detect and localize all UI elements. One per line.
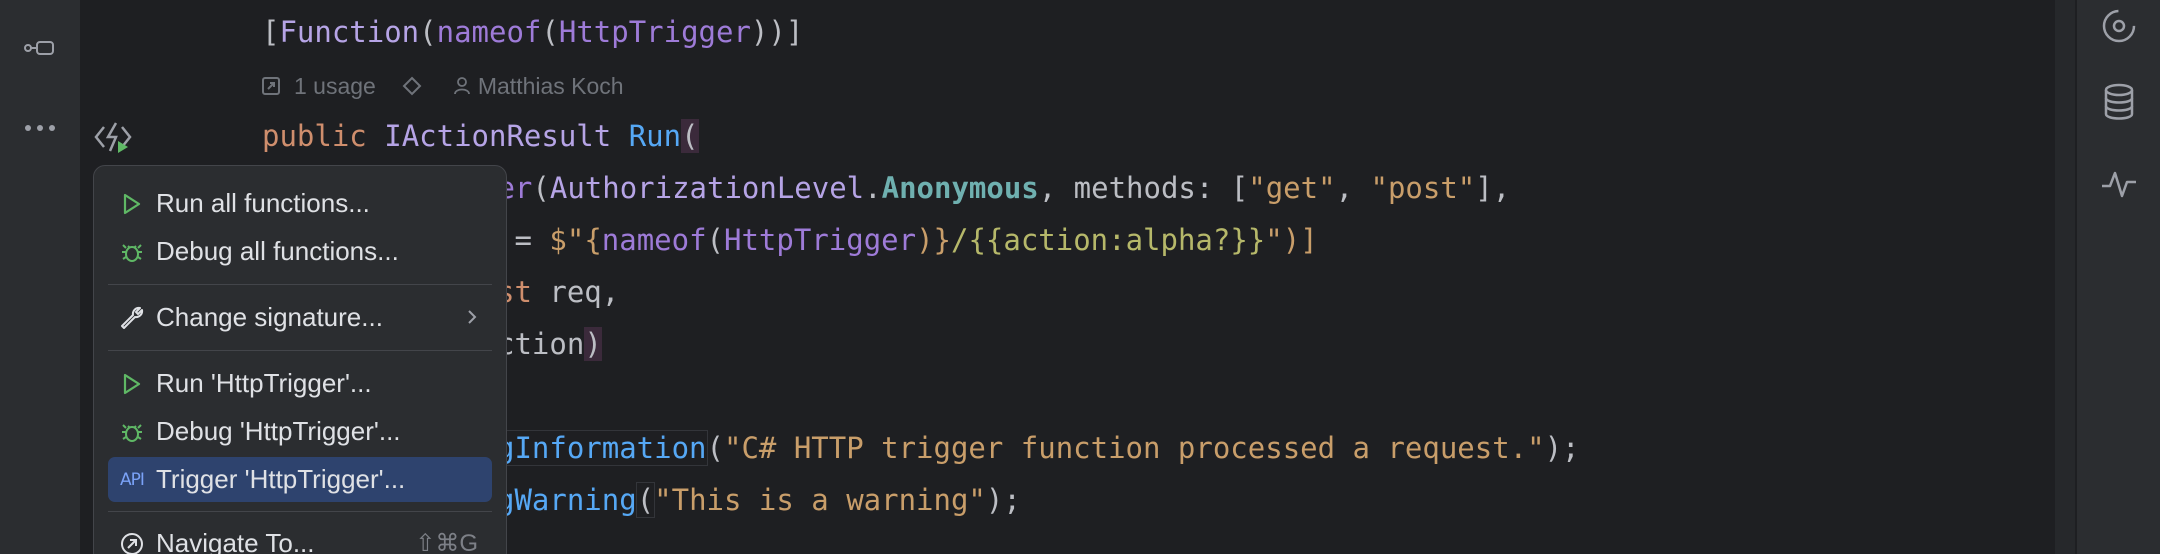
navigate-icon (108, 531, 156, 554)
menu-item-run-all[interactable]: Run all functions... (108, 181, 492, 226)
implementation-diamond-icon[interactable] (402, 76, 422, 96)
ai-assistant-icon[interactable] (2097, 4, 2141, 48)
menu-item-run-httptrigger[interactable]: Run 'HttpTrigger'... (108, 361, 492, 406)
menu-item-label: Debug 'HttpTrigger'... (156, 416, 401, 446)
run-icon (108, 193, 156, 215)
menu-separator (108, 284, 492, 285)
debug-icon (108, 420, 156, 444)
debug-icon (108, 240, 156, 264)
code-line-request-param: st req, (497, 275, 620, 309)
azure-function-run-gutter-icon[interactable] (92, 117, 136, 157)
menu-item-shortcut: ⇧⌘G (415, 530, 478, 554)
code-line-action-param: ction) (497, 327, 602, 361)
menu-separator (108, 350, 492, 351)
gutter-context-menu: Run all functions... Debug all functions… (93, 165, 507, 554)
usages-hint[interactable]: 1 usage (294, 73, 376, 100)
wrench-icon (108, 305, 156, 331)
menu-item-label: Trigger 'HttpTrigger'... (156, 464, 406, 494)
code-line-route: = $"{nameof(HttpTrigger)}/{{action:alpha… (497, 223, 1318, 257)
menu-item-label: Change signature... (156, 302, 383, 332)
right-tool-strip (2075, 0, 2160, 554)
inlay-hints: 1 usage Matthias Koch (262, 68, 624, 104)
code-line-attribute: [Function(nameof(HttpTrigger))] (262, 15, 804, 49)
api-icon: API (120, 469, 145, 490)
code-line-http-trigger: ger(AuthorizationLevel.Anonymous, method… (480, 171, 1511, 205)
menu-item-change-signature[interactable]: Change signature... (108, 295, 492, 340)
more-tools-icon[interactable] (18, 108, 62, 148)
menu-separator (108, 511, 492, 512)
editor-scrollbar[interactable] (2055, 0, 2075, 554)
left-tool-strip (0, 0, 80, 554)
code-line-log-warning: gWarning("This is a warning"); (497, 482, 1021, 518)
profiler-pulse-icon[interactable] (2097, 162, 2141, 206)
database-icon[interactable] (2097, 80, 2141, 124)
usages-icon (262, 77, 280, 95)
menu-item-label: Run all functions... (156, 188, 370, 218)
menu-item-trigger-httptrigger[interactable]: API Trigger 'HttpTrigger'... (108, 457, 492, 502)
chevron-right-icon (466, 302, 492, 333)
author-icon (453, 77, 470, 95)
menu-item-label: Navigate To... (156, 528, 315, 554)
structure-toggle-icon[interactable] (18, 28, 62, 68)
code-line-log-information: gInformation("C# HTTP trigger function p… (496, 430, 1580, 466)
menu-item-debug-httptrigger[interactable]: Debug 'HttpTrigger'... (108, 409, 492, 454)
run-icon (108, 373, 156, 395)
menu-item-label: Run 'HttpTrigger'... (156, 368, 372, 398)
author-hint[interactable]: Matthias Koch (478, 73, 624, 100)
code-line-method-signature: public IActionResult Run( (262, 119, 699, 153)
menu-item-navigate-to[interactable]: Navigate To... ⇧⌘G (108, 521, 492, 554)
menu-item-label: Debug all functions... (156, 236, 399, 266)
menu-item-debug-all[interactable]: Debug all functions... (108, 229, 492, 274)
